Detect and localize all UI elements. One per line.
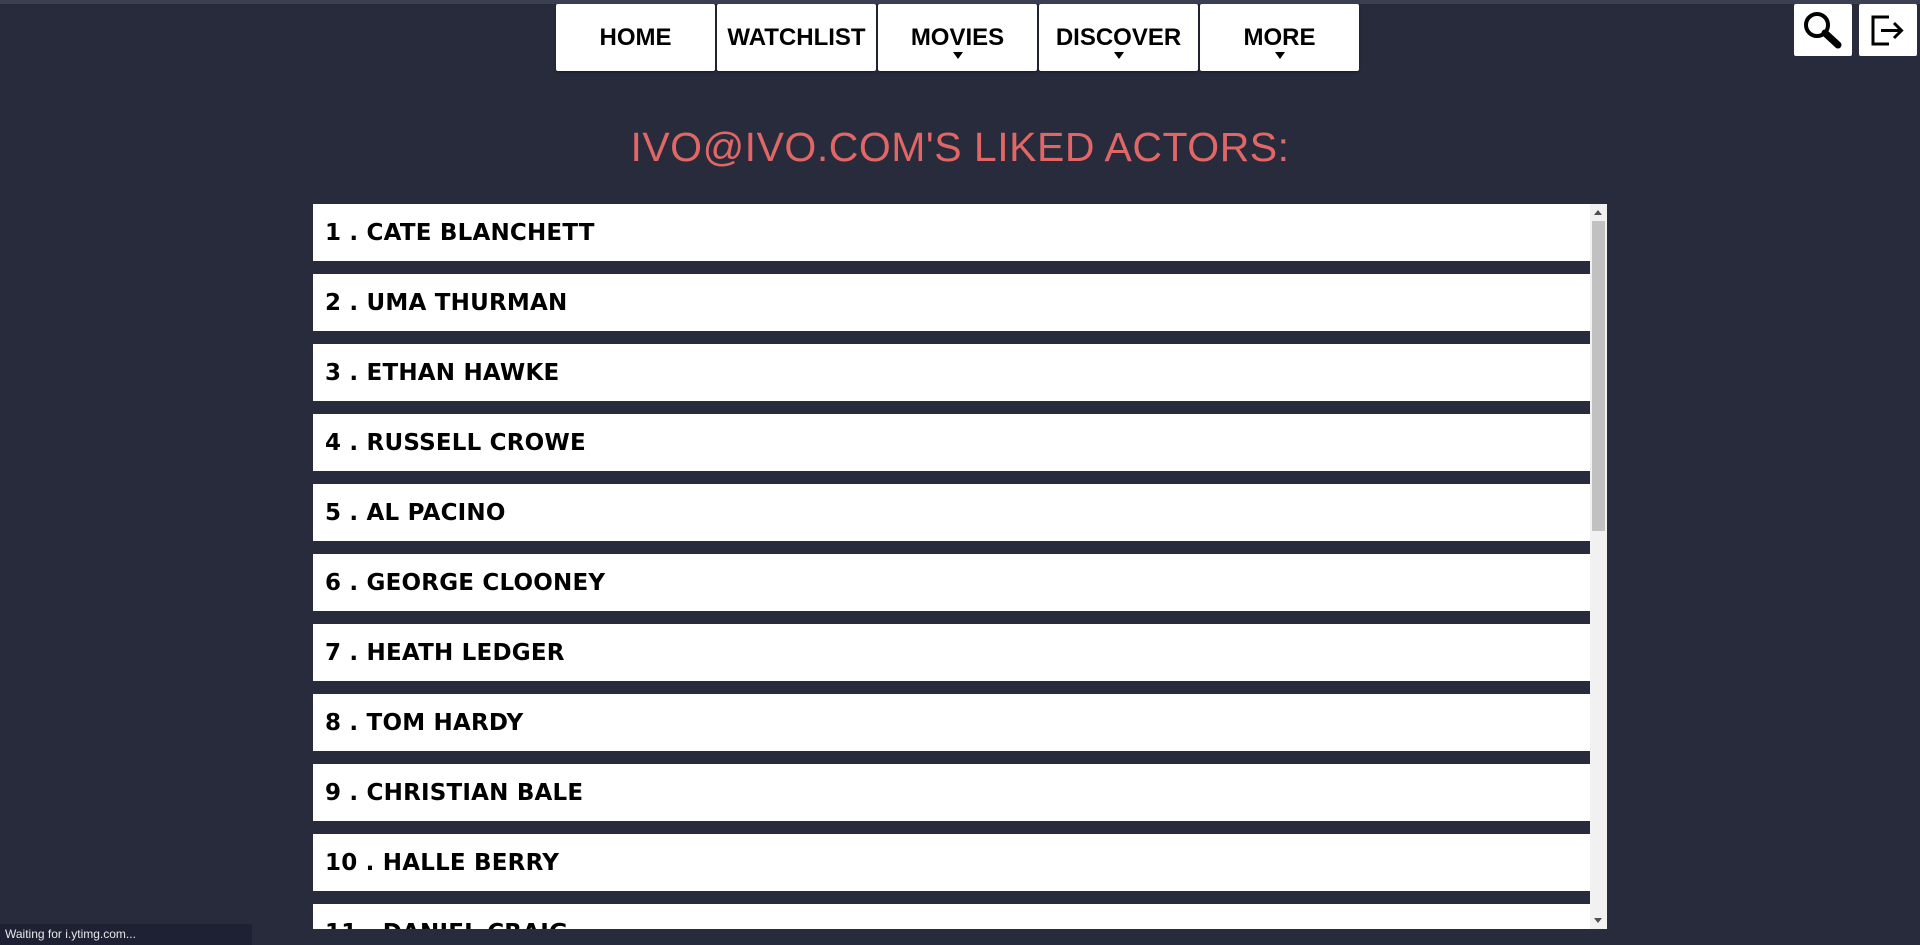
actor-row[interactable]: 11 . DANIEL CRAIG — [313, 904, 1590, 929]
search-icon — [1804, 12, 1842, 49]
caret-down-icon — [952, 52, 963, 59]
actor-name: 6 . GEORGE CLOONEY — [325, 569, 606, 596]
main-nav: HOME WATCHLIST MOVIES DISCOVER MORE — [556, 4, 1359, 71]
actor-row[interactable]: 2 . UMA THURMAN — [313, 274, 1590, 331]
caret-down-icon — [1113, 52, 1124, 59]
actor-name: 3 . ETHAN HAWKE — [325, 359, 560, 386]
actor-name: 11 . DANIEL CRAIG — [325, 920, 568, 930]
nav-movies-button[interactable]: MOVIES — [878, 4, 1037, 71]
logout-button[interactable] — [1859, 4, 1917, 56]
actor-row[interactable]: 10 . HALLE BERRY — [313, 834, 1590, 891]
search-button[interactable] — [1794, 4, 1852, 56]
nav-discover-label: DISCOVER — [1055, 23, 1182, 51]
actor-name: 7 . HEATH LEDGER — [325, 639, 565, 666]
actor-row[interactable]: 9 . CHRISTIAN BALE — [313, 764, 1590, 821]
nav-more-label: MORE — [1243, 23, 1316, 51]
actor-row[interactable]: 4 . RUSSELL CROWE — [313, 414, 1590, 471]
actor-row[interactable]: 1 . CATE BLANCHETT — [313, 204, 1590, 261]
actor-name: 2 . UMA THURMAN — [325, 289, 568, 316]
nav-movies-label: MOVIES — [910, 23, 1005, 51]
nav-watchlist-label: WATCHLIST — [727, 23, 866, 51]
actor-row[interactable]: 3 . ETHAN HAWKE — [313, 344, 1590, 401]
nav-discover-button[interactable]: DISCOVER — [1039, 4, 1198, 71]
actor-name: 5 . AL PACINO — [325, 499, 506, 526]
liked-actors-list[interactable]: 1 . CATE BLANCHETT 2 . UMA THURMAN 3 . E… — [313, 204, 1607, 929]
logout-icon — [1871, 15, 1904, 46]
nav-more-button[interactable]: MORE — [1200, 4, 1359, 71]
actor-row[interactable]: 7 . HEATH LEDGER — [313, 624, 1590, 681]
actor-name: 1 . CATE BLANCHETT — [325, 219, 595, 246]
actor-row[interactable]: 8 . TOM HARDY — [313, 694, 1590, 751]
page-title: IVO@IVO.COM'S LIKED ACTORS: — [630, 124, 1290, 170]
actor-name: 9 . CHRISTIAN BALE — [325, 779, 584, 806]
list-scrollbar[interactable] — [1590, 204, 1607, 929]
actor-name: 10 . HALLE BERRY — [325, 849, 560, 876]
nav-home-label: HOME — [599, 23, 672, 51]
actor-row[interactable]: 5 . AL PACINO — [313, 484, 1590, 541]
nav-home-button[interactable]: HOME — [556, 4, 715, 71]
nav-watchlist-button[interactable]: WATCHLIST — [717, 4, 876, 71]
actor-name: 4 . RUSSELL CROWE — [325, 429, 586, 456]
actor-row[interactable]: 6 . GEORGE CLOONEY — [313, 554, 1590, 611]
scroll-down-icon[interactable] — [1594, 918, 1602, 923]
caret-down-icon — [1274, 52, 1285, 59]
actor-name: 8 . TOM HARDY — [325, 709, 524, 736]
scroll-up-icon[interactable] — [1594, 210, 1602, 215]
scroll-thumb[interactable] — [1592, 221, 1605, 531]
browser-status-bar: Waiting for i.ytimg.com... — [0, 924, 252, 945]
